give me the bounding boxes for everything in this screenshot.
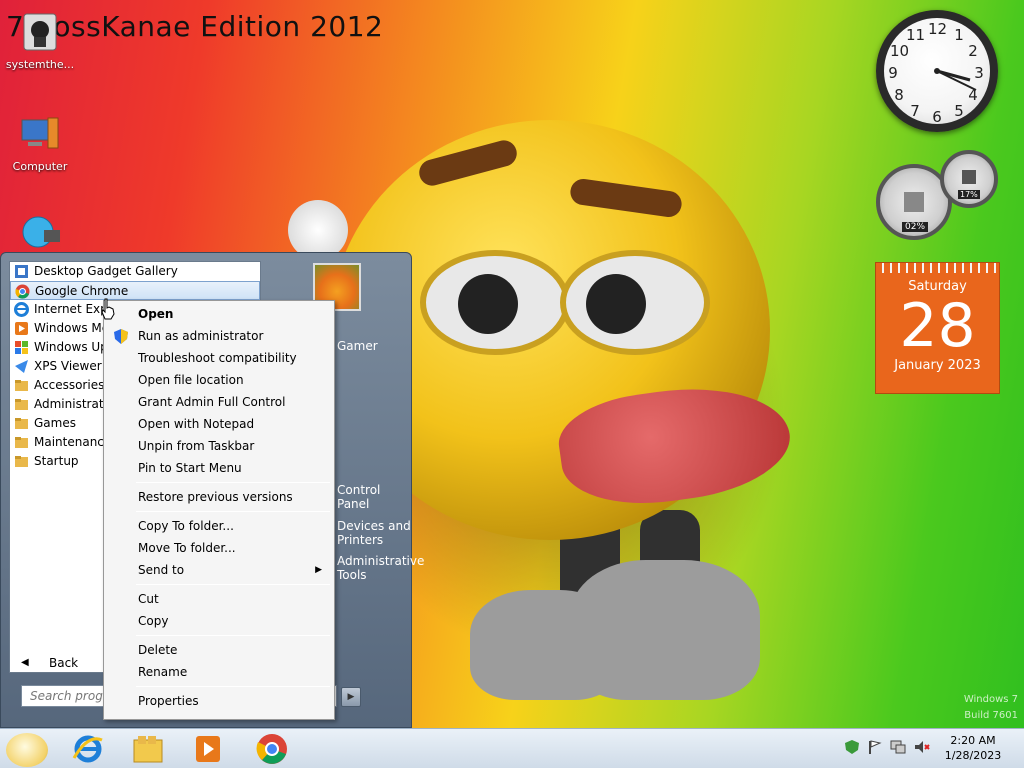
ctx-delete[interactable]: Delete — [106, 639, 332, 661]
watermark-line: Windows 7 — [963, 694, 1018, 705]
windows-watermark: Windows 7 Build 7601 — [964, 692, 1018, 724]
clock-hands — [934, 68, 977, 91]
media-player-icon[interactable] — [188, 732, 228, 766]
back-arrow-icon: ◀ — [21, 657, 29, 668]
ctx-troubleshoot[interactable]: Troubleshoot compatibility — [106, 347, 332, 369]
start-right-item-control-panel[interactable]: Control Panel — [337, 483, 411, 511]
program-label: Maintenance — [34, 435, 112, 449]
media-player-icon — [14, 321, 29, 336]
network-icon[interactable] — [890, 739, 906, 755]
context-menu: Open Run as administrator Troubleshoot c… — [103, 300, 335, 720]
desktop-icon-label: systemthe... — [5, 58, 75, 71]
cpu-usage: 02% — [902, 222, 929, 232]
shutdown-options-arrow[interactable]: ▶ — [341, 687, 361, 707]
program-label: Games — [34, 416, 76, 430]
ctx-separator — [136, 482, 330, 483]
memory-icon — [962, 170, 976, 184]
internet-explorer-icon[interactable] — [68, 732, 108, 766]
network-globe-icon — [18, 212, 62, 256]
desktop-icon-computer[interactable]: Computer — [0, 112, 80, 173]
hand-cursor-icon — [100, 298, 116, 323]
ctx-move-to-folder[interactable]: Move To folder... — [106, 537, 332, 559]
ctx-open-file-location[interactable]: Open file location — [106, 369, 332, 391]
action-center-flag-icon[interactable] — [866, 739, 882, 755]
program-label: Google Chrome — [35, 284, 129, 298]
ie-icon — [14, 302, 29, 317]
ctx-copy-to-folder[interactable]: Copy To folder... — [106, 515, 332, 537]
program-item-google-chrome[interactable]: Google Chrome — [10, 281, 260, 300]
ctx-label: Run as administrator — [138, 329, 264, 343]
folder-icon — [14, 397, 29, 412]
watermark-line: Build 7601 — [964, 710, 1018, 721]
start-button[interactable] — [6, 733, 48, 767]
program-item-gadget-gallery[interactable]: Desktop Gadget Gallery — [10, 262, 260, 281]
calendar-month-year: January 2023 — [894, 358, 981, 373]
system-theme-icon — [18, 10, 62, 54]
ctx-properties[interactable]: Properties — [106, 690, 332, 712]
security-icon[interactable] — [844, 739, 860, 755]
calendar-gadget[interactable]: Saturday 28 January 2023 — [875, 262, 1000, 394]
update-icon — [14, 340, 29, 355]
ctx-run-as-admin[interactable]: Run as administrator — [106, 325, 332, 347]
program-label: Accessories — [34, 378, 105, 392]
ctx-send-to[interactable]: Send to ▶ — [106, 559, 332, 581]
taskbar-time: 2:20 AM — [950, 734, 996, 747]
taskbar-clock[interactable]: 2:20 AM 1/28/2023 — [930, 733, 1016, 763]
ctx-restore-versions[interactable]: Restore previous versions — [106, 486, 332, 508]
start-right-item-gamer[interactable]: Gamer — [337, 339, 378, 353]
folder-icon — [14, 416, 29, 431]
calendar-day: 28 — [899, 291, 976, 361]
folder-icon — [14, 378, 29, 393]
ctx-label: Send to — [138, 563, 185, 577]
computer-icon — [18, 112, 62, 156]
ctx-cut[interactable]: Cut — [106, 588, 332, 610]
ctx-unpin-taskbar[interactable]: Unpin from Taskbar — [106, 435, 332, 457]
ctx-pin-start-menu[interactable]: Pin to Start Menu — [106, 457, 332, 479]
submenu-arrow-icon: ▶ — [315, 565, 322, 575]
ctx-separator — [136, 686, 330, 687]
ctx-grant-admin[interactable]: Grant Admin Full Control — [106, 391, 332, 413]
back-label: Back — [49, 656, 79, 670]
taskbar-date: 1/28/2023 — [944, 749, 1002, 762]
gadget-icon — [14, 264, 29, 279]
ctx-separator — [136, 511, 330, 512]
folder-icon — [14, 435, 29, 450]
chrome-icon — [15, 284, 30, 299]
libraries-folder-icon[interactable] — [128, 732, 168, 766]
volume-muted-icon[interactable] — [914, 739, 930, 755]
uac-shield-icon — [114, 329, 128, 344]
ctx-copy[interactable]: Copy — [106, 610, 332, 632]
desktop-icon-system-theme[interactable]: systemthe... — [0, 10, 80, 71]
memory-usage: 17% — [958, 190, 980, 199]
calendar-rings — [876, 263, 999, 273]
clock-gadget[interactable]: 12 1 2 3 4 5 6 7 8 9 10 11 — [876, 10, 998, 132]
folder-icon — [14, 454, 29, 469]
ctx-separator — [136, 635, 330, 636]
start-right-item-administrative-tools[interactable]: Administrative Tools — [337, 554, 424, 582]
desktop-icon-label: Computer — [12, 160, 68, 173]
ctx-separator — [136, 584, 330, 585]
cpu-chip-icon — [904, 192, 924, 212]
ctx-rename[interactable]: Rename — [106, 661, 332, 683]
start-right-item-devices-printers[interactable]: Devices and Printers — [337, 519, 411, 547]
chrome-icon[interactable] — [252, 732, 292, 766]
xps-icon — [14, 359, 29, 374]
program-label: Desktop Gadget Gallery — [34, 264, 178, 278]
ctx-open-with-notepad[interactable]: Open with Notepad — [106, 413, 332, 435]
taskbar: 2:20 AM 1/28/2023 — [0, 728, 1024, 768]
program-label: Startup — [34, 454, 79, 468]
ctx-open[interactable]: Open — [106, 303, 332, 325]
program-label: XPS Viewer — [34, 359, 102, 373]
